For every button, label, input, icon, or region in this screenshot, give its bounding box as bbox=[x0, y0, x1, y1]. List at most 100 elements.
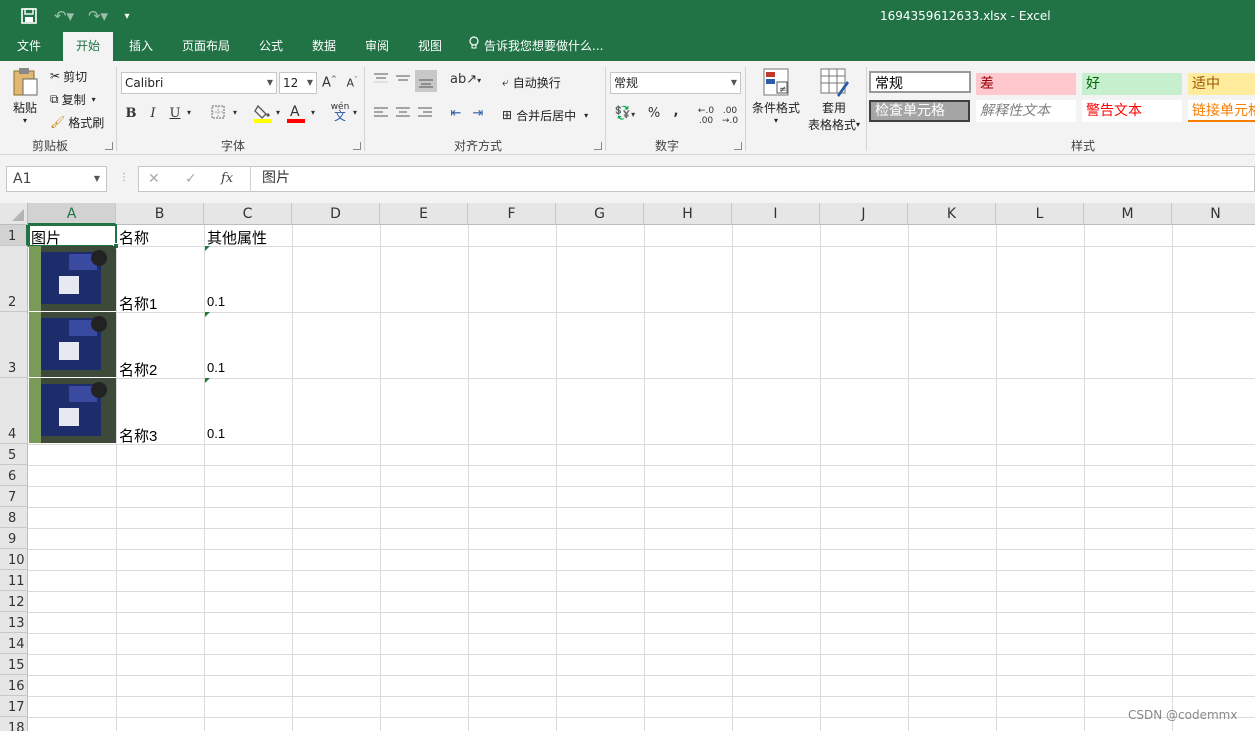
align-top-icon[interactable] bbox=[372, 72, 390, 90]
tab-view[interactable]: 视图 bbox=[405, 32, 455, 61]
row-header-7[interactable]: 7 bbox=[0, 486, 28, 507]
font-size-combo[interactable]: 12 ▼ bbox=[279, 72, 317, 94]
alignment-launcher-icon[interactable] bbox=[594, 142, 602, 150]
photo-thumbnail[interactable] bbox=[29, 378, 116, 443]
column-header-n[interactable]: N bbox=[1172, 203, 1255, 225]
underline-button[interactable]: U bbox=[168, 106, 182, 121]
column-header-e[interactable]: E bbox=[380, 203, 468, 225]
row-header-18[interactable]: 18 bbox=[0, 717, 28, 731]
insert-function-icon[interactable]: fx bbox=[221, 171, 233, 186]
font-color-icon[interactable]: A bbox=[287, 103, 305, 127]
cell-a1[interactable]: 图片 bbox=[31, 227, 61, 248]
column-header-i[interactable]: I bbox=[732, 203, 820, 225]
italic-button[interactable]: I bbox=[146, 106, 160, 121]
cell-c2[interactable]: 0.1 bbox=[207, 294, 225, 309]
font-name-combo[interactable]: Calibri ▼ bbox=[121, 72, 277, 94]
row-header-5[interactable]: 5 bbox=[0, 444, 28, 465]
row-header-14[interactable]: 14 bbox=[0, 633, 28, 654]
style-good[interactable]: 好 bbox=[1082, 73, 1182, 95]
align-right-icon[interactable] bbox=[416, 106, 434, 124]
fill-color-icon[interactable] bbox=[253, 103, 273, 127]
row-header-10[interactable]: 10 bbox=[0, 549, 28, 570]
increase-decimal-icon[interactable]: ←.0.00 bbox=[696, 106, 716, 126]
row-header-13[interactable]: 13 bbox=[0, 612, 28, 633]
font-launcher-icon[interactable] bbox=[353, 142, 361, 150]
photo-thumbnail[interactable] bbox=[29, 246, 116, 311]
conditional-format-button[interactable]: ≠ 条件格式 ▾ bbox=[750, 67, 802, 125]
orientation-icon[interactable]: ab↗▾ bbox=[450, 72, 481, 87]
customize-icon[interactable]: ▾ bbox=[118, 5, 136, 27]
chevron-down-icon[interactable]: ▾ bbox=[230, 108, 240, 117]
paste-button[interactable]: 粘贴 ▾ bbox=[8, 67, 42, 125]
number-format-combo[interactable]: 常规 ▼ bbox=[610, 72, 741, 94]
row-header-16[interactable]: 16 bbox=[0, 675, 28, 696]
style-linked-cell[interactable]: 链接单元格 bbox=[1188, 100, 1255, 122]
column-header-j[interactable]: J bbox=[820, 203, 908, 225]
tab-insert[interactable]: 插入 bbox=[116, 32, 166, 61]
row-header-11[interactable]: 11 bbox=[0, 570, 28, 591]
row-header-1[interactable]: 1 bbox=[0, 225, 28, 246]
chevron-down-icon[interactable]: ▾ bbox=[184, 108, 194, 117]
align-center-icon[interactable] bbox=[394, 106, 412, 124]
row-header-9[interactable]: 9 bbox=[0, 528, 28, 549]
column-header-c[interactable]: C bbox=[204, 203, 292, 225]
style-warning[interactable]: 警告文本 bbox=[1082, 100, 1182, 122]
borders-icon[interactable] bbox=[210, 105, 226, 123]
percent-button[interactable]: % bbox=[646, 106, 662, 121]
tab-page-layout[interactable]: 页面布局 bbox=[172, 32, 240, 61]
cell-c4[interactable]: 0.1 bbox=[207, 426, 225, 441]
enter-check-icon[interactable]: ✓ bbox=[185, 171, 197, 187]
bold-button[interactable]: B bbox=[124, 106, 138, 121]
align-middle-icon[interactable] bbox=[394, 72, 412, 90]
decrease-decimal-icon[interactable]: .00 →.0 bbox=[720, 106, 740, 126]
tab-review[interactable]: 审阅 bbox=[352, 32, 402, 61]
row-header-17[interactable]: 17 bbox=[0, 696, 28, 717]
drag-handle-icon[interactable]: ⋮ bbox=[119, 172, 129, 183]
shrink-font-icon[interactable]: Aˇ bbox=[345, 76, 359, 90]
cell-b3[interactable]: 名称2 bbox=[119, 359, 157, 380]
column-header-a[interactable]: A bbox=[28, 203, 116, 225]
column-header-f[interactable]: F bbox=[468, 203, 556, 225]
select-all-button[interactable] bbox=[0, 203, 28, 225]
row-header-12[interactable]: 12 bbox=[0, 591, 28, 612]
column-header-k[interactable]: K bbox=[908, 203, 996, 225]
merge-center-button[interactable]: ⊞ 合并后居中 ▾ bbox=[502, 106, 588, 124]
chevron-down-icon[interactable]: ▾ bbox=[308, 108, 318, 117]
style-neutral[interactable]: 适中 bbox=[1188, 73, 1255, 95]
column-header-b[interactable]: B bbox=[116, 203, 204, 225]
row-header-4[interactable]: 4 bbox=[0, 378, 28, 444]
save-icon[interactable] bbox=[18, 5, 40, 27]
chevron-down-icon[interactable]: ▾ bbox=[273, 108, 283, 117]
increase-indent-icon[interactable]: ⇥ bbox=[469, 106, 487, 121]
cell-c1[interactable]: 其他属性 bbox=[207, 227, 267, 248]
tell-me-box[interactable]: 告诉我您想要做什么... bbox=[468, 32, 608, 61]
column-header-m[interactable]: M bbox=[1084, 203, 1172, 225]
column-header-l[interactable]: L bbox=[996, 203, 1084, 225]
phonetic-guide-icon[interactable]: wén 文 bbox=[330, 103, 350, 123]
row-header-15[interactable]: 15 bbox=[0, 654, 28, 675]
name-box[interactable]: A1 ▼ bbox=[6, 166, 107, 192]
copy-button[interactable]: ⧉ 复制 ▾ bbox=[50, 90, 96, 108]
chevron-down-icon[interactable]: ▾ bbox=[350, 108, 360, 117]
row-header-2[interactable]: 2 bbox=[0, 246, 28, 312]
undo-icon[interactable]: ↶▾ bbox=[50, 5, 78, 27]
column-header-h[interactable]: H bbox=[644, 203, 732, 225]
tab-data[interactable]: 数据 bbox=[299, 32, 349, 61]
align-left-icon[interactable] bbox=[372, 106, 390, 124]
style-normal[interactable]: 常规 bbox=[869, 71, 971, 93]
currency-icon[interactable]: 💱▾ bbox=[612, 106, 638, 121]
align-bottom-icon[interactable] bbox=[415, 70, 437, 92]
cell-b4[interactable]: 名称3 bbox=[119, 425, 157, 446]
formula-input[interactable]: 图片 bbox=[250, 166, 1255, 192]
number-launcher-icon[interactable] bbox=[734, 142, 742, 150]
tab-formulas[interactable]: 公式 bbox=[246, 32, 296, 61]
clipboard-launcher-icon[interactable] bbox=[105, 142, 113, 150]
tab-file[interactable]: 文件 bbox=[4, 32, 54, 61]
cell-b1[interactable]: 名称 bbox=[119, 227, 149, 248]
grow-font-icon[interactable]: A^ bbox=[322, 75, 337, 90]
tab-home[interactable]: 开始 bbox=[63, 32, 113, 61]
column-header-g[interactable]: G bbox=[556, 203, 644, 225]
photo-thumbnail[interactable] bbox=[29, 312, 116, 377]
decrease-indent-icon[interactable]: ⇤ bbox=[447, 106, 465, 121]
cut-button[interactable]: ✂ 剪切 bbox=[50, 67, 87, 85]
